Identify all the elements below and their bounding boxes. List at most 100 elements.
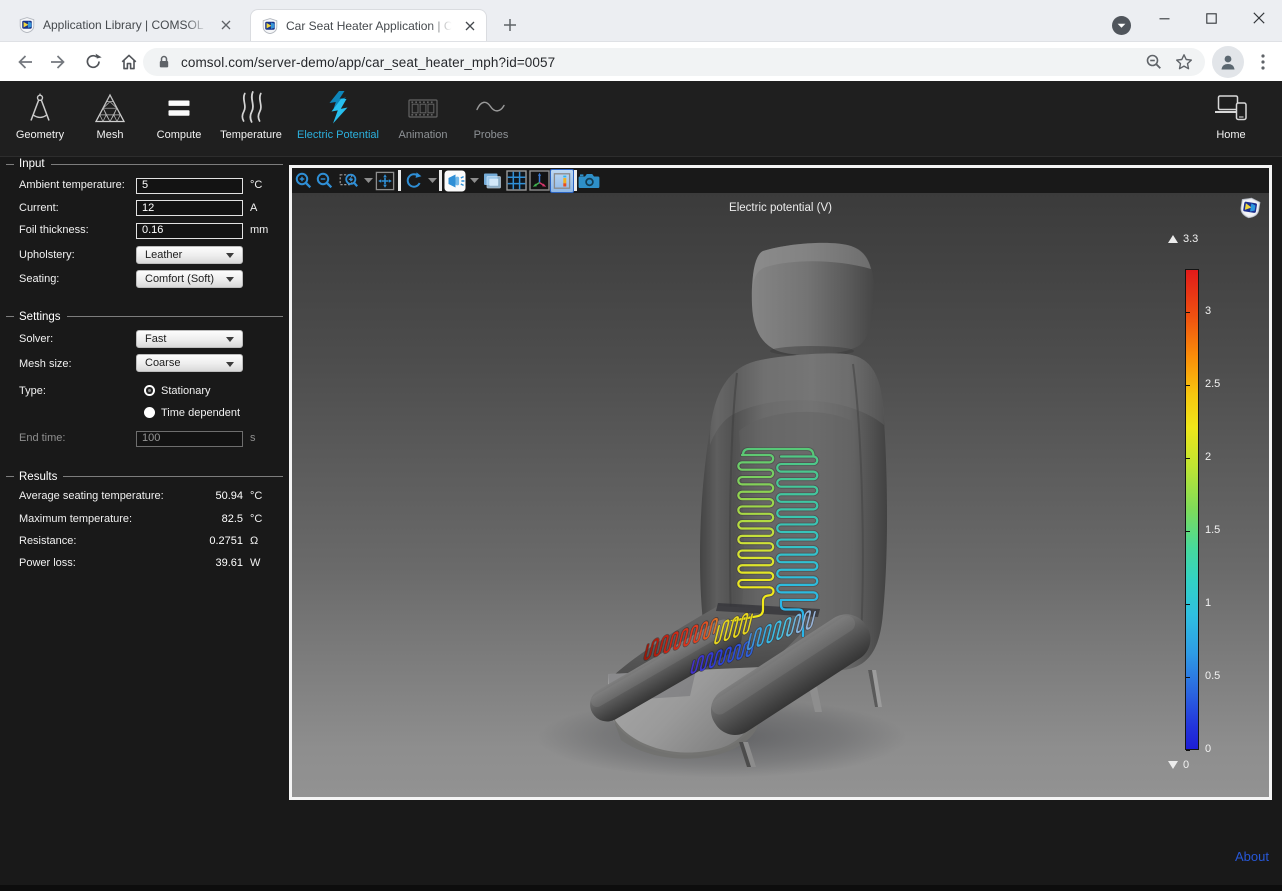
minimize-button[interactable] [1141, 0, 1188, 36]
grid-button[interactable] [504, 169, 528, 193]
forward-button[interactable] [41, 45, 74, 78]
toolbar-separator [398, 170, 401, 191]
colorbar-tick-label: 0 [1205, 743, 1211, 755]
bookmark-star-icon[interactable] [1169, 48, 1199, 76]
new-tab-button[interactable] [498, 13, 522, 37]
ribbon-label: Probes [474, 129, 509, 141]
tab-application-library[interactable]: Application Library | COMSOL Se [8, 9, 242, 41]
ambient-temperature-unit: °C [250, 179, 262, 191]
ribbon-label: Animation [399, 129, 448, 141]
toolbar-separator [439, 170, 442, 191]
ribbon-probes[interactable]: Probes [448, 90, 534, 152]
current-input[interactable] [136, 200, 243, 216]
zoom-out-button[interactable] [313, 169, 337, 193]
axes-orientation-button[interactable] [527, 169, 551, 193]
home-button[interactable] [112, 45, 145, 78]
ribbon-label: Temperature [220, 129, 282, 141]
scene-light-button[interactable] [443, 169, 467, 193]
colorbar-tick-label: 3 [1205, 305, 1211, 317]
colorbar-tick-mark [1186, 312, 1190, 313]
power-loss-label: Power loss: [19, 557, 76, 569]
transparency-button[interactable] [480, 169, 504, 193]
zoom-in-button[interactable] [291, 169, 315, 193]
colorbar-tick-label: 0.5 [1205, 670, 1220, 682]
ribbon-label: Home [1216, 129, 1245, 141]
tab-close-icon[interactable] [461, 17, 478, 34]
power-loss-value: 39.61 [143, 557, 243, 569]
window-controls [1141, 0, 1282, 36]
ribbon-label: Geometry [16, 129, 64, 141]
omnibox[interactable]: comsol.com/server-demo/app/car_seat_heat… [143, 48, 1205, 76]
seating-select[interactable]: Comfort (Soft) [136, 270, 243, 288]
tab-car-seat-heater[interactable]: Car Seat Heater Application | CO [250, 9, 487, 41]
car-seat-3d-model [292, 193, 1269, 797]
app-ribbon: Geometry Mesh Compute [0, 81, 1282, 157]
foil-thickness-input[interactable] [136, 223, 243, 239]
tab-strip: Application Library | COMSOL Se Car Seat… [0, 0, 1282, 41]
reload-button[interactable] [77, 45, 110, 78]
colorbar-tick-label: 1.5 [1205, 524, 1220, 536]
ribbon-temperature[interactable]: Temperature [208, 90, 294, 152]
lock-icon[interactable] [156, 54, 172, 70]
rotate-dropdown-icon[interactable] [426, 169, 438, 193]
section-legend-text: Settings [19, 311, 67, 323]
colorbar-min-value: 0 [1183, 759, 1189, 771]
colorbar-tick-label: 1 [1205, 597, 1211, 609]
solver-value: Fast [145, 333, 166, 345]
mesh-size-label: Mesh size: [19, 358, 72, 370]
browser-menu-icon[interactable] [1249, 46, 1277, 78]
probes-wave-icon [473, 90, 509, 125]
radio-time-dependent-label: Time dependent [161, 407, 240, 419]
foil-thickness-unit: mm [250, 224, 268, 236]
plot-canvas[interactable]: Electric potential (V) [292, 193, 1269, 797]
colorbar-tick-mark [1186, 458, 1190, 459]
address-bar: comsol.com/server-demo/app/car_seat_heat… [0, 41, 1282, 81]
zoom-box-button[interactable] [337, 169, 361, 193]
ribbon-electric-potential[interactable]: Electric Potential [295, 90, 381, 152]
tab-close-icon[interactable] [217, 17, 234, 34]
solver-select[interactable]: Fast [136, 330, 243, 348]
end-time-input[interactable] [136, 431, 243, 447]
ambient-temperature-input[interactable] [136, 178, 243, 194]
tab-search-button[interactable] [1112, 16, 1131, 35]
radio-time-dependent[interactable] [144, 407, 155, 418]
profile-avatar[interactable] [1212, 46, 1244, 78]
settings-section-legend: Settings [6, 310, 283, 324]
resistance-label: Resistance: [19, 535, 76, 547]
ambient-temperature-label: Ambient temperature: [19, 179, 125, 191]
resistance-unit: Ω [250, 535, 258, 547]
ribbon-home[interactable]: Home [1188, 90, 1274, 152]
colorbar-tick-mark [1186, 750, 1190, 751]
graphics-toolbar [292, 168, 1269, 193]
comsol-logo [1238, 196, 1262, 220]
resistance-value: 0.2751 [143, 535, 243, 547]
rotate-button[interactable] [402, 169, 426, 193]
upholstery-select[interactable]: Leather [136, 246, 243, 264]
colorbar-max-value: 3.3 [1183, 233, 1198, 245]
color-legend-button[interactable] [550, 169, 574, 193]
colorbar-tick-mark [1186, 677, 1190, 678]
maximize-button[interactable] [1188, 0, 1235, 36]
mesh-size-value: Coarse [145, 357, 180, 369]
mesh-size-select[interactable]: Coarse [136, 354, 243, 372]
power-loss-unit: W [250, 557, 260, 569]
max-temp-value: 82.5 [143, 513, 243, 525]
url-text[interactable]: comsol.com/server-demo/app/car_seat_heat… [181, 55, 555, 70]
tab-title: Application Library | COMSOL Se [43, 18, 211, 32]
close-window-button[interactable] [1235, 0, 1282, 36]
back-button[interactable] [8, 45, 41, 78]
radio-stationary[interactable] [144, 385, 155, 396]
scene-light-dropdown-icon[interactable] [468, 169, 480, 193]
type-label: Type: [19, 385, 46, 397]
ribbon-label: Electric Potential [297, 129, 379, 141]
dropdown-arrow-icon [226, 253, 234, 258]
about-link[interactable]: About [1235, 849, 1269, 864]
colorbar-tick-label: 2 [1205, 451, 1211, 463]
zoom-indicator-icon[interactable] [1139, 48, 1169, 76]
zoom-extents-button[interactable] [373, 169, 397, 193]
comsol-favicon [19, 17, 35, 33]
snapshot-button[interactable] [577, 169, 601, 193]
results-section-legend: Results [6, 470, 283, 484]
max-temp-label: Maximum temperature: [19, 513, 132, 525]
temperature-waves-icon [236, 90, 266, 125]
